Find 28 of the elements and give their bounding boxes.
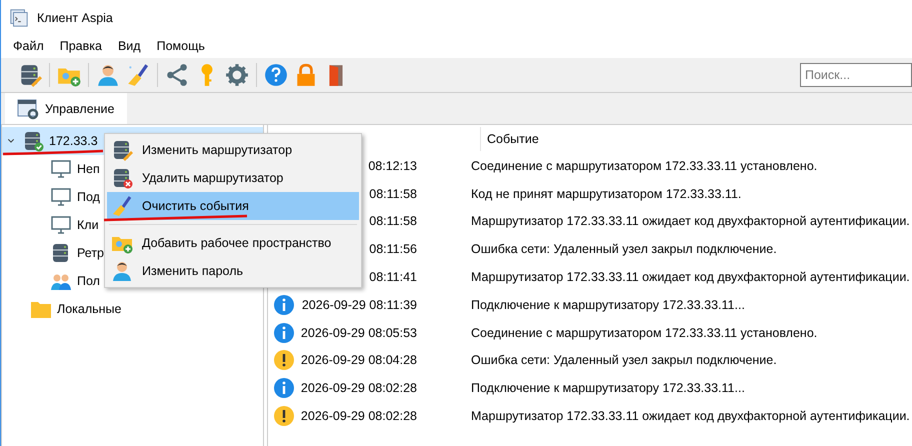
time-cell: 2026-09-29 08:02:28 [300, 381, 417, 396]
tree-label: Ретр [77, 246, 104, 260]
time-cell: 08:11:58 [369, 186, 417, 201]
time-cell: 2026-09-29 08:11:39 [302, 298, 417, 312]
window-title: Клиент Aspia [37, 11, 113, 25]
event-cell: Маршрутизатор 172.33.33.11 ожидает код двухфакторной аутентификации. [471, 214, 910, 228]
event-cell: Ошибка сети: Удаленный узел закрыл подключение. [471, 242, 777, 256]
time-cell: 2026-09-29 08:04:28 [300, 353, 417, 368]
event-cell: Соединение с маршрутизатором 172.33.33.11 установлено. [471, 158, 818, 173]
time-cell: 2026-09-29 08:02:28 [300, 409, 417, 424]
time-cell: 08:11:41 [369, 270, 417, 284]
event-cell: Маршрутизатор 172.33.33.11 ожидает код двухфакторной аутентификации. [471, 270, 910, 284]
event-cell: Ошибка сети: Удаленный узел закрыл подключение. [471, 353, 777, 368]
time-cell: 08:11:58 [369, 214, 417, 228]
time-cell: 2026-09-29 08:05:53 [300, 326, 417, 340]
tree-label: Кли [77, 218, 99, 232]
time-cell: 08:12:13 [368, 158, 417, 173]
tree-label: Пол [77, 274, 100, 288]
event-cell: Подключение к маршрутизатору 172.33.33.11... [471, 381, 745, 396]
event-cell: Код не принят маршрутизатором 172.33.33.11. [471, 186, 742, 201]
event-cell: Маршрутизатор 172.33.33.11 ожидает код двухфакторной аутентификации. [471, 409, 910, 424]
tree-label: Неп [77, 162, 100, 176]
time-cell: 08:11:56 [369, 242, 417, 256]
tree-label: Под [77, 190, 100, 204]
tree-label: 172.33.3 [49, 134, 98, 148]
tree-label: Локальные [57, 302, 122, 316]
event-cell: Подключение к маршрутизатору 172.33.33.11... [471, 298, 745, 312]
event-cell: Соединение с маршрутизатором 172.33.33.11 установлено. [471, 326, 818, 340]
